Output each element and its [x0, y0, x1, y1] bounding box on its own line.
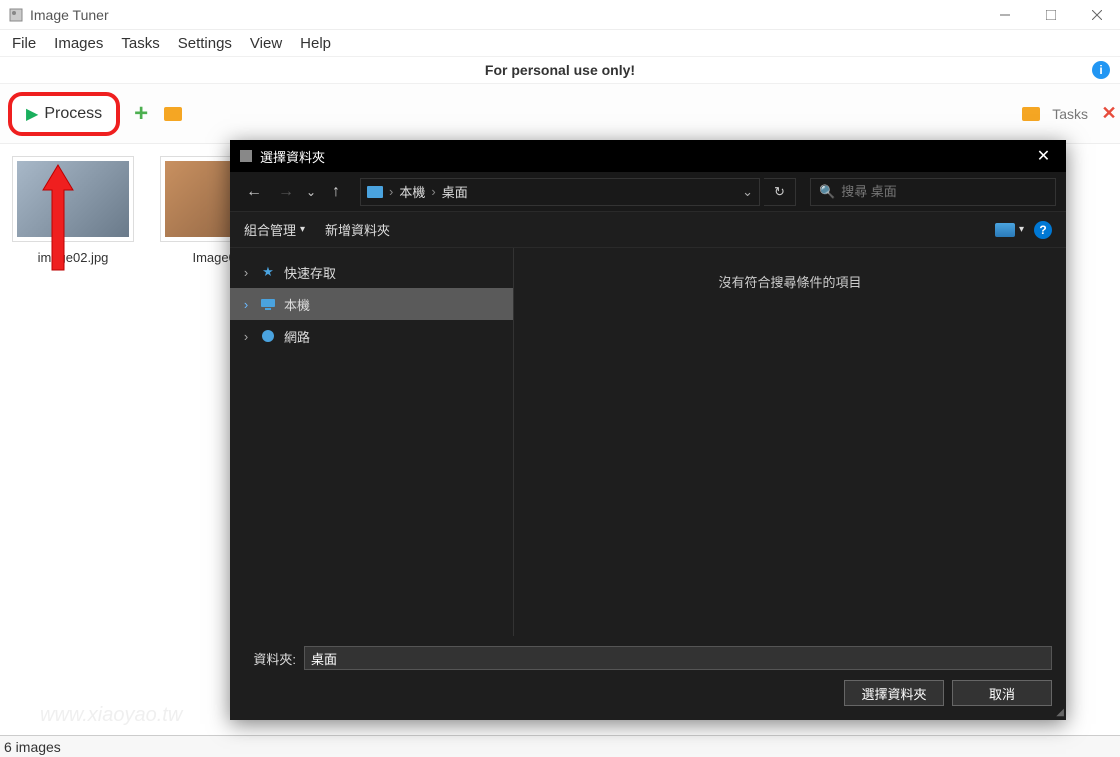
chevron-down-icon[interactable]: ⌄ — [742, 184, 753, 200]
folder-input[interactable] — [304, 646, 1052, 670]
folder-picker-dialog: 選擇資料夾 ✕ ← → ⌄ ↑ › 本機 › 桌面 ⌄ ↻ 🔍 組合管理 ▾ 新… — [230, 140, 1066, 720]
chevron-right-icon[interactable]: › — [240, 297, 252, 312]
content-panel: 沒有符合搜尋條件的項目 — [514, 248, 1066, 636]
chevron-down-icon: ▾ — [1019, 224, 1024, 235]
banner-text: For personal use only! — [485, 62, 635, 78]
crumb[interactable]: 桌面 — [442, 182, 468, 201]
view-icon — [995, 223, 1015, 237]
organize-menu[interactable]: 組合管理 ▾ — [244, 220, 305, 239]
recent-dropdown-icon[interactable]: ⌄ — [304, 178, 318, 206]
maximize-button[interactable] — [1028, 0, 1074, 30]
tree-quick-access[interactable]: › ★ 快速存取 — [230, 256, 513, 288]
up-button[interactable]: ↑ — [322, 178, 350, 206]
tree-label: 本機 — [284, 295, 310, 314]
menu-images[interactable]: Images — [46, 32, 111, 55]
process-button[interactable]: ▶ Process — [8, 92, 120, 136]
titlebar: Image Tuner — [0, 0, 1120, 30]
resize-grip-icon[interactable]: ◢ — [1056, 707, 1064, 718]
empty-message: 沒有符合搜尋條件的項目 — [718, 272, 861, 291]
statusbar: 6 images — [0, 735, 1120, 757]
dialog-footer: 資料夾: 選擇資料夾 取消 — [230, 636, 1066, 720]
folder-field-label: 資料夾: — [244, 649, 296, 668]
breadcrumb[interactable]: › 本機 › 桌面 ⌄ — [360, 178, 760, 206]
menubar: File Images Tasks Settings View Help — [0, 30, 1120, 56]
cancel-button[interactable]: 取消 — [952, 680, 1052, 706]
status-text: 6 images — [4, 739, 61, 755]
dialog-nav: ← → ⌄ ↑ › 本機 › 桌面 ⌄ ↻ 🔍 — [230, 172, 1066, 212]
pc-icon — [260, 296, 276, 312]
new-folder-button[interactable]: 新增資料夾 — [325, 220, 390, 239]
dialog-body: › ★ 快速存取 › 本機 › 網路 沒有符合搜尋條件的項目 — [230, 248, 1066, 636]
chevron-right-icon: › — [389, 184, 393, 199]
menu-help[interactable]: Help — [292, 32, 339, 55]
tree-label: 網路 — [284, 327, 310, 346]
tasks-folder-icon[interactable] — [1020, 103, 1042, 125]
tree-network[interactable]: › 網路 — [230, 320, 513, 352]
watermark: www.xiaoyao.tw — [40, 704, 182, 727]
chevron-right-icon[interactable]: › — [240, 265, 252, 280]
tree-this-pc[interactable]: › 本機 — [230, 288, 513, 320]
process-label: Process — [44, 105, 102, 123]
menu-view[interactable]: View — [242, 32, 290, 55]
pc-icon — [367, 186, 383, 198]
dialog-toolbar: 組合管理 ▾ 新增資料夾 ▾ ? — [230, 212, 1066, 248]
chevron-down-icon: ▾ — [300, 224, 305, 235]
tree-panel: › ★ 快速存取 › 本機 › 網路 — [230, 248, 514, 636]
back-button[interactable]: ← — [240, 178, 268, 206]
refresh-button[interactable]: ↻ — [764, 178, 796, 206]
star-icon: ★ — [260, 264, 276, 280]
search-input[interactable] — [841, 184, 1047, 199]
info-icon[interactable]: i — [1092, 61, 1110, 79]
network-icon — [260, 328, 276, 344]
app-title: Image Tuner — [30, 7, 109, 23]
folder-icon[interactable] — [162, 103, 184, 125]
search-icon: 🔍 — [819, 184, 835, 200]
toolbar: ▶ Process + Tasks ✕ — [0, 84, 1120, 144]
menu-tasks[interactable]: Tasks — [113, 32, 167, 55]
window-controls — [982, 0, 1120, 30]
dialog-title: 選擇資料夾 — [260, 147, 325, 166]
forward-button[interactable]: → — [272, 178, 300, 206]
dialog-titlebar: 選擇資料夾 ✕ — [230, 140, 1066, 172]
dialog-icon — [238, 148, 254, 164]
play-icon: ▶ — [26, 104, 38, 124]
view-menu[interactable]: ▾ — [995, 223, 1024, 237]
crumb[interactable]: 本機 — [399, 182, 425, 201]
app-icon — [8, 7, 24, 23]
tree-label: 快速存取 — [284, 263, 336, 282]
remove-icon[interactable]: ✕ — [1098, 103, 1120, 125]
menu-file[interactable]: File — [4, 32, 44, 55]
help-icon[interactable]: ? — [1034, 221, 1052, 239]
add-icon[interactable]: + — [130, 103, 152, 125]
close-button[interactable] — [1074, 0, 1120, 30]
tasks-label: Tasks — [1052, 106, 1088, 122]
search-box[interactable]: 🔍 — [810, 178, 1056, 206]
annotation-arrow — [38, 160, 78, 283]
chevron-right-icon: › — [431, 184, 435, 199]
select-folder-button[interactable]: 選擇資料夾 — [844, 680, 944, 706]
minimize-button[interactable] — [982, 0, 1028, 30]
chevron-right-icon[interactable]: › — [240, 329, 252, 344]
dialog-close-button[interactable]: ✕ — [1021, 140, 1066, 172]
banner: For personal use only! i — [0, 56, 1120, 84]
menu-settings[interactable]: Settings — [170, 32, 240, 55]
